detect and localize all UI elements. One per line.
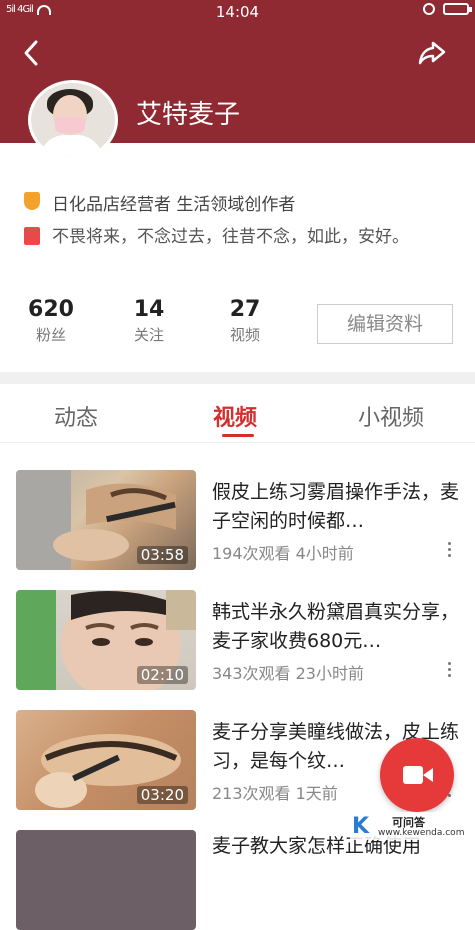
bio-text: 不畏将来，不念过去，往昔不念，如此，安好。	[52, 227, 409, 247]
status-bar: 5il 4Gil 14:04	[0, 0, 475, 26]
video-title[interactable]: 假皮上练习雾眉操作手法，麦子空闲的时候都…	[212, 478, 462, 536]
stat-videos-value: 27	[229, 297, 261, 322]
stat-following-label: 关注	[133, 326, 164, 344]
video-duration: 03:20	[136, 786, 188, 804]
stat-videos-label: 视频	[229, 326, 260, 344]
tab-short-videos[interactable]: 小视频	[358, 400, 424, 432]
share-icon	[418, 41, 446, 65]
video-camera-icon	[403, 766, 423, 784]
creator-badge-row: 日化品店经营者 生活领域创作者	[24, 190, 295, 215]
active-tab-indicator	[222, 434, 254, 437]
video-thumbnail[interactable]: 03:58	[16, 470, 196, 570]
section-divider	[0, 372, 475, 384]
stat-fans-value: 620	[28, 297, 74, 322]
status-time: 14:04	[215, 3, 260, 21]
profile-name: 艾特麦子	[136, 100, 241, 130]
video-thumbnail[interactable]: 02:10	[16, 590, 196, 690]
video-item[interactable]: 03:58 假皮上练习雾眉操作手法，麦子空闲的时候都… 194次观看 4小时前	[0, 470, 475, 570]
edit-profile-button[interactable]: 编辑资料	[317, 304, 453, 344]
stat-videos[interactable]: 27 视频	[205, 297, 285, 345]
status-icons	[423, 3, 472, 15]
video-title[interactable]: 韩式半永久粉黛眉真实分享，麦子家收费680元…	[212, 598, 462, 656]
watermark-logo: K	[352, 814, 370, 839]
tab-videos[interactable]: 视频	[213, 400, 257, 432]
video-title[interactable]: 麦子教大家怎样正确使用	[212, 832, 462, 890]
stat-fans[interactable]: 620 粉丝	[11, 297, 91, 345]
alarm-icon	[423, 3, 435, 15]
video-thumbnail[interactable]	[16, 830, 196, 930]
video-meta: 194次观看 4小时前	[212, 544, 354, 563]
more-options-button[interactable]	[444, 662, 454, 680]
bio-row: 不畏将来，不念过去，往昔不念，如此，安好。	[24, 225, 424, 249]
video-duration: 02:10	[136, 666, 188, 684]
chevron-left-icon	[24, 40, 38, 66]
avatar-mask	[55, 117, 85, 133]
more-options-button[interactable]	[444, 542, 454, 560]
video-item[interactable]: 02:10 韩式半永久粉黛眉真实分享，麦子家收费680元… 343次观看 23小…	[0, 590, 475, 690]
share-button[interactable]	[417, 38, 447, 68]
back-button[interactable]	[18, 38, 48, 68]
battery-icon	[443, 3, 472, 15]
watermark: K 可问答 www.kewenda.com	[350, 812, 470, 840]
verified-shield-icon	[24, 192, 40, 210]
video-meta: 213次观看 1天前	[212, 784, 338, 803]
creator-badge-text: 日化品店经营者 生活领域创作者	[52, 195, 296, 215]
content-tabs: 动态 视频 小视频	[0, 384, 475, 443]
avatar-shirt	[39, 135, 103, 157]
stat-following-value: 14	[133, 297, 165, 322]
video-camera-lens-icon	[423, 768, 433, 782]
stat-fans-label: 粉丝	[35, 326, 66, 344]
video-duration: 03:58	[136, 546, 188, 564]
watermark-url: www.kewenda.com	[378, 828, 465, 838]
avatar[interactable]	[28, 80, 118, 160]
video-meta: 343次观看 23小时前	[212, 664, 364, 683]
video-item[interactable]: 麦子教大家怎样正确使用	[0, 830, 475, 930]
stat-following[interactable]: 14 关注	[109, 297, 189, 345]
bio-flag-icon	[24, 227, 40, 245]
record-video-button[interactable]	[380, 738, 454, 812]
video-thumbnail[interactable]: 03:20	[16, 710, 196, 810]
tab-dynamics[interactable]: 动态	[54, 400, 98, 432]
